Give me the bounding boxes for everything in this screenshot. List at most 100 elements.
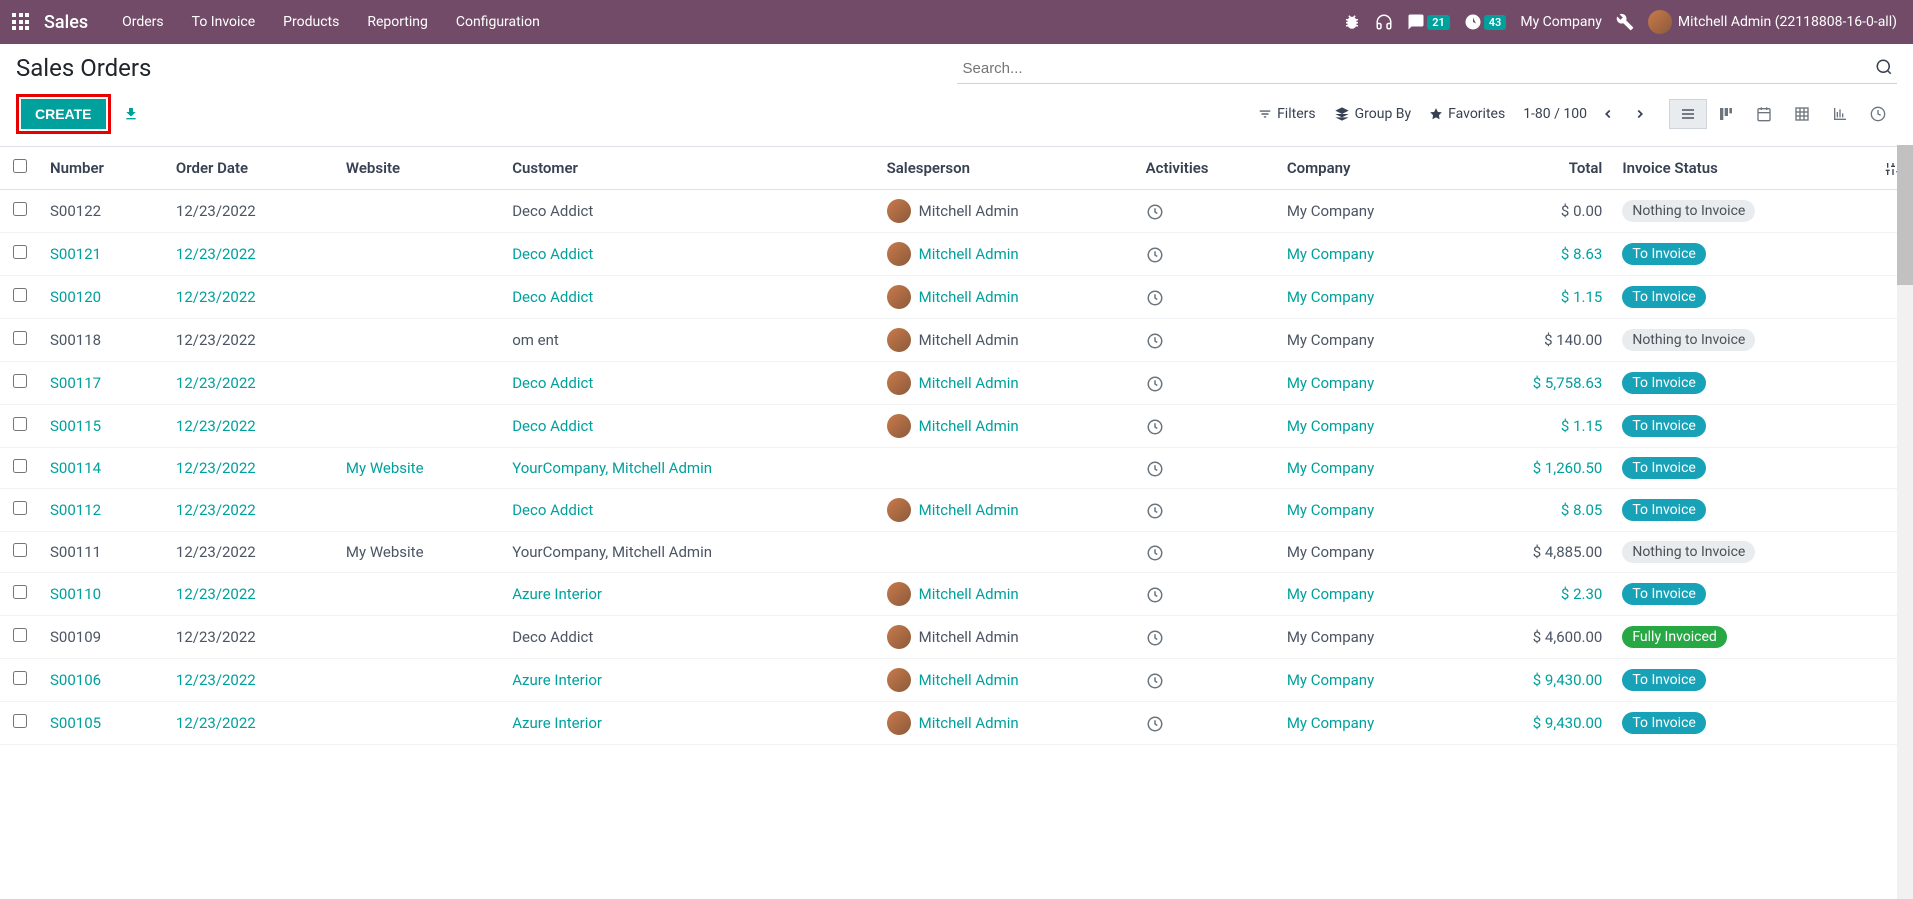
activity-clock-icon[interactable] [1146,714,1164,732]
order-number[interactable]: S00122 [50,202,101,220]
navbar-brand[interactable]: Sales [44,12,88,33]
row-checkbox[interactable] [13,245,27,259]
row-checkbox[interactable] [13,417,27,431]
company-selector[interactable]: My Company [1520,14,1602,30]
row-checkbox[interactable] [13,543,27,557]
salesperson-name[interactable]: Mitchell Admin [919,501,1019,519]
salesperson-name[interactable]: Mitchell Admin [919,202,1019,220]
salesperson-name[interactable]: Mitchell Admin [919,628,1019,646]
scrollbar-thumb[interactable] [1897,145,1913,285]
activity-clock-icon[interactable] [1146,459,1164,477]
activity-clock-icon[interactable] [1146,288,1164,306]
col-website[interactable]: Website [336,147,502,190]
order-number[interactable]: S00118 [50,331,101,349]
chat-icon[interactable]: 21 [1407,13,1450,31]
col-total[interactable]: Total [1460,147,1613,190]
order-number[interactable]: S00112 [50,501,101,519]
col-activities[interactable]: Activities [1136,147,1277,190]
salesperson-name[interactable]: Mitchell Admin [919,671,1019,689]
scrollbar-track[interactable] [1897,145,1913,899]
favorites-button[interactable]: Favorites [1429,106,1505,122]
menu-orders[interactable]: Orders [108,0,178,44]
activity-clock-icon[interactable] [1146,417,1164,435]
company[interactable]: My Company [1287,628,1374,646]
row-checkbox[interactable] [13,331,27,345]
customer[interactable]: Deco Addict [512,501,593,519]
company[interactable]: My Company [1287,245,1374,263]
order-number[interactable]: S00120 [50,288,101,306]
customer[interactable]: om ent [512,331,559,349]
customer[interactable]: Deco Addict [512,245,593,263]
activity-clock-icon[interactable] [1146,374,1164,392]
view-calendar-icon[interactable] [1745,99,1783,129]
menu-reporting[interactable]: Reporting [353,0,442,44]
order-number[interactable]: S00121 [50,245,101,263]
activity-clock-icon[interactable] [1146,202,1164,220]
customer[interactable]: Azure Interior [512,714,602,732]
order-number[interactable]: S00105 [50,714,101,732]
table-row[interactable]: S0011412/23/2022My WebsiteYourCompany, M… [0,448,1913,489]
table-row[interactable]: S0011212/23/2022Deco AddictMitchell Admi… [0,489,1913,532]
table-row[interactable]: S0012112/23/2022Deco AddictMitchell Admi… [0,233,1913,276]
customer[interactable]: Azure Interior [512,585,602,603]
row-checkbox[interactable] [13,671,27,685]
bug-icon[interactable] [1343,13,1361,31]
row-checkbox[interactable] [13,714,27,728]
company[interactable]: My Company [1287,714,1374,732]
pager-next[interactable] [1629,106,1651,122]
company[interactable]: My Company [1287,585,1374,603]
order-number[interactable]: S00114 [50,459,101,477]
headset-icon[interactable] [1375,13,1393,31]
col-invoice-status[interactable]: Invoice Status [1612,147,1873,190]
clock-icon[interactable]: 43 [1464,13,1507,31]
order-number[interactable]: S00106 [50,671,101,689]
salesperson-name[interactable]: Mitchell Admin [919,714,1019,732]
row-checkbox[interactable] [13,501,27,515]
company[interactable]: My Company [1287,374,1374,392]
company[interactable]: My Company [1287,417,1374,435]
customer[interactable]: Deco Addict [512,417,593,435]
view-pivot-icon[interactable] [1783,99,1821,129]
table-row[interactable]: S0011812/23/2022om entMitchell AdminMy C… [0,319,1913,362]
groupby-button[interactable]: Group By [1334,106,1412,122]
col-salesperson[interactable]: Salesperson [877,147,1136,190]
menu-products[interactable]: Products [269,0,353,44]
table-row[interactable]: S0010912/23/2022Deco AddictMitchell Admi… [0,616,1913,659]
table-row[interactable]: S0011512/23/2022Deco AddictMitchell Admi… [0,405,1913,448]
filters-button[interactable]: Filters [1258,106,1316,122]
company[interactable]: My Company [1287,501,1374,519]
order-number[interactable]: S00117 [50,374,101,392]
activity-clock-icon[interactable] [1146,543,1164,561]
create-button[interactable]: Create [21,99,106,129]
customer[interactable]: Azure Interior [512,671,602,689]
activity-clock-icon[interactable] [1146,331,1164,349]
col-customer[interactable]: Customer [502,147,876,190]
customer[interactable]: YourCompany, Mitchell Admin [512,543,712,561]
order-number[interactable]: S00110 [50,585,101,603]
menu-configuration[interactable]: Configuration [442,0,554,44]
row-checkbox[interactable] [13,374,27,388]
salesperson-name[interactable]: Mitchell Admin [919,288,1019,306]
order-number[interactable]: S00109 [50,628,101,646]
row-checkbox[interactable] [13,202,27,216]
pager-prev[interactable] [1597,106,1619,122]
col-number[interactable]: Number [40,147,166,190]
salesperson-name[interactable]: Mitchell Admin [919,417,1019,435]
import-icon[interactable] [123,106,139,122]
salesperson-name[interactable]: Mitchell Admin [919,245,1019,263]
order-number[interactable]: S00111 [50,543,101,561]
table-row[interactable]: S0010512/23/2022Azure InteriorMitchell A… [0,702,1913,745]
company[interactable]: My Company [1287,288,1374,306]
row-checkbox[interactable] [13,585,27,599]
row-checkbox[interactable] [13,288,27,302]
search-input[interactable] [957,54,1898,84]
activity-clock-icon[interactable] [1146,628,1164,646]
row-checkbox[interactable] [13,459,27,473]
tools-icon[interactable] [1616,13,1634,31]
customer[interactable]: Deco Addict [512,628,593,646]
view-activity-icon[interactable] [1859,99,1897,129]
menu-to-invoice[interactable]: To Invoice [178,0,270,44]
activity-clock-icon[interactable] [1146,671,1164,689]
search-icon[interactable] [1875,58,1893,76]
customer[interactable]: YourCompany, Mitchell Admin [512,459,712,477]
